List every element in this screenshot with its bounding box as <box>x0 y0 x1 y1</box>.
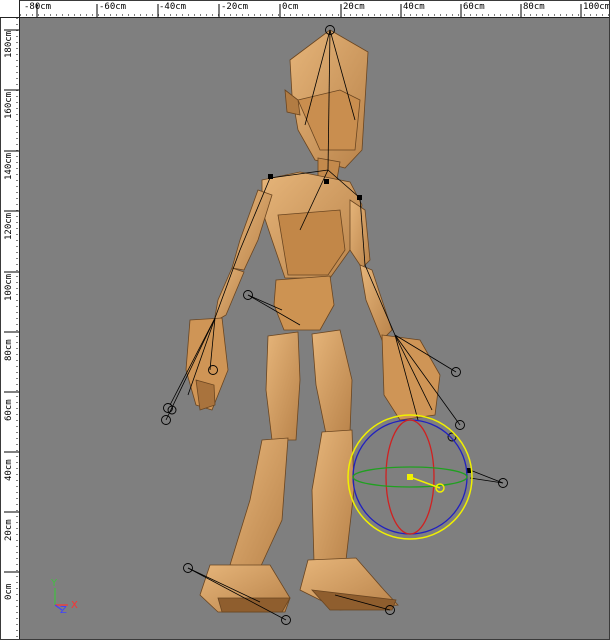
viewport-border <box>0 0 610 640</box>
ruler-corner <box>0 0 20 18</box>
